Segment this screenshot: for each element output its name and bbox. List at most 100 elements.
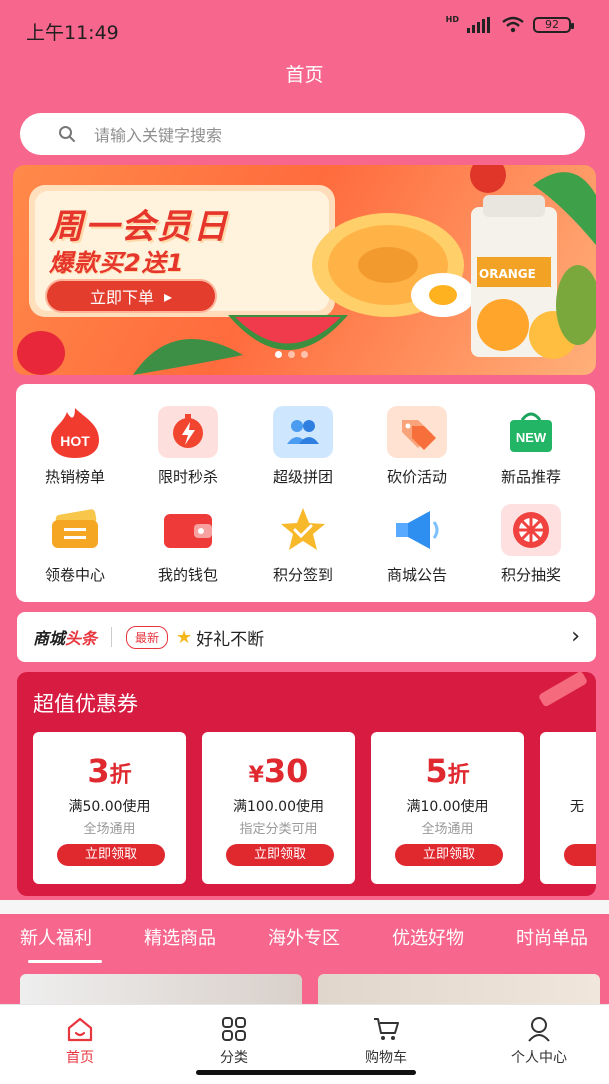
cart-icon xyxy=(374,1018,399,1040)
product-list xyxy=(0,964,609,1014)
juice-brand-label: ORANGE xyxy=(479,267,536,281)
news-brand-part: 商城 xyxy=(33,629,66,648)
menu-item-wallet[interactable]: 我的钱包 xyxy=(133,504,243,600)
category-tabs: 新人福利 精选商品 海外专区 优选好物 时尚单品 xyxy=(0,914,609,964)
tab-fashion[interactable]: 时尚单品 xyxy=(516,924,588,950)
megaphone-icon xyxy=(387,504,447,556)
home-icon xyxy=(67,1017,93,1042)
coupon-scope: 指定分类可用 xyxy=(239,822,318,837)
carousel-dot[interactable] xyxy=(275,351,282,358)
news-brand: 商城头条 xyxy=(33,625,97,649)
page-title: 首页 xyxy=(285,64,324,86)
order-now-button[interactable]: 立即下单 ▸ xyxy=(45,279,217,313)
coupon-card[interactable]: ¥30 满100.00使用 指定分类可用 立即领取 xyxy=(202,732,355,884)
tab-overseas[interactable]: 海外专区 xyxy=(268,924,340,950)
hot-icon: HOT xyxy=(45,406,105,458)
nav-category[interactable]: 分类 xyxy=(184,1011,284,1071)
order-now-label: 立即下单 xyxy=(89,288,154,307)
coupon-card[interactable]: 5折 满10.00使用 全场通用 立即领取 xyxy=(371,732,524,884)
claim-coupon-button[interactable]: 立即领取 xyxy=(395,844,503,866)
coupon-unit: 折 xyxy=(447,763,470,788)
carousel-dot[interactable] xyxy=(288,351,295,358)
search-placeholder: 请输入关键字搜索 xyxy=(94,126,223,145)
lottery-wheel-icon xyxy=(501,504,561,556)
menu-item-flash-sale[interactable]: 限时秒杀 xyxy=(133,406,243,502)
divider xyxy=(111,627,113,647)
coupon-amount: ¥30 xyxy=(202,752,355,790)
coupon-card[interactable]: 3折 满50.00使用 全场通用 立即领取 xyxy=(33,732,186,884)
coupon-section: 超值优惠券 3折 满50.00使用 全场通用 立即领取 ¥30 满100.00使… xyxy=(17,672,596,896)
tab-newcomer[interactable]: 新人福利 xyxy=(20,924,92,950)
nav-label: 个人中心 xyxy=(511,1050,567,1066)
wallet-icon xyxy=(158,504,218,556)
claim-coupon-button[interactable] xyxy=(564,844,596,866)
flash-sale-icon xyxy=(158,406,218,458)
active-tab-indicator xyxy=(28,960,102,963)
nav-label: 购物车 xyxy=(365,1050,407,1066)
menu-item-bargain[interactable]: 砍价活动 xyxy=(362,406,472,502)
coupon-value: 30 xyxy=(263,752,309,790)
user-icon xyxy=(528,1017,550,1042)
carousel-dots xyxy=(275,351,308,358)
nav-label: 分类 xyxy=(220,1050,248,1066)
nav-profile[interactable]: 个人中心 xyxy=(489,1011,589,1071)
coupon-amount: 3折 xyxy=(33,752,186,790)
coupon-condition: 满100.00使用 xyxy=(233,799,324,815)
banner-title: 周一会员日 xyxy=(49,207,229,247)
menu-label: 新品推荐 xyxy=(500,468,561,486)
nav-label: 首页 xyxy=(66,1050,94,1066)
menu-item-announcement[interactable]: 商城公告 xyxy=(362,504,472,600)
news-ticker[interactable]: 商城头条 最新 ★ 好礼不断 › xyxy=(17,612,596,662)
grid-icon xyxy=(222,1017,246,1041)
svg-text:NEW: NEW xyxy=(516,430,547,445)
menu-label: 热销榜单 xyxy=(44,468,105,486)
chevron-right-icon[interactable]: › xyxy=(571,624,580,649)
nav-home[interactable]: 首页 xyxy=(30,1011,130,1071)
menu-item-points-checkin[interactable]: 积分签到 xyxy=(248,504,358,600)
menu-item-hot-list[interactable]: HOT 热销榜单 xyxy=(20,406,130,502)
coupon-condition: 满10.00使用 xyxy=(406,799,489,815)
coupon-value: 5 xyxy=(425,752,448,790)
coupon-condition: 无 xyxy=(570,799,584,815)
battery-indicator: 92 xyxy=(533,17,574,33)
home-indicator[interactable] xyxy=(196,1070,416,1075)
phone-screen: 上午11:49 HD 92 首页 请输入关键字搜索 周一会员日 爆款买2送1 立… xyxy=(0,0,609,1084)
hd-label: HD xyxy=(445,14,459,24)
claim-coupon-button[interactable]: 立即领取 xyxy=(226,844,334,866)
wifi-icon xyxy=(502,16,524,33)
coupon-scope: 全场通用 xyxy=(421,822,474,837)
tab-featured[interactable]: 精选商品 xyxy=(144,924,216,950)
star-checkin-icon xyxy=(273,504,333,556)
nav-cart[interactable]: 购物车 xyxy=(336,1011,436,1071)
coupon-unit: 折 xyxy=(109,763,132,788)
menu-label: 我的钱包 xyxy=(157,566,218,584)
coupon-value: 3 xyxy=(87,752,110,790)
search-icon xyxy=(59,126,75,142)
news-headline: 好礼不断 xyxy=(196,629,265,650)
menu-label: 积分抽奖 xyxy=(500,566,561,584)
latest-badge: 最新 xyxy=(126,625,169,649)
banner-subtitle: 爆款买2送1 xyxy=(49,249,185,277)
claim-coupon-button[interactable]: 立即领取 xyxy=(57,844,165,866)
bargain-tag-icon xyxy=(387,406,447,458)
menu-item-coupon-center[interactable]: 领卷中心 xyxy=(20,504,130,600)
menu-item-lottery[interactable]: 积分抽奖 xyxy=(476,504,586,600)
coupon-scope: 全场通用 xyxy=(83,822,136,837)
menu-label: 领卷中心 xyxy=(44,566,105,584)
coupon-currency: ¥ xyxy=(248,763,264,788)
group-buy-icon xyxy=(273,406,333,458)
coupon-condition: 满50.00使用 xyxy=(68,799,151,815)
menu-label: 商城公告 xyxy=(386,566,447,584)
coupon-card-partial[interactable]: 无 xyxy=(540,732,596,884)
signal-icon xyxy=(467,17,490,33)
menu-item-group-buy[interactable]: 超级拼团 xyxy=(248,406,358,502)
status-bar: 上午11:49 HD 92 xyxy=(0,0,609,56)
promo-banner[interactable]: 周一会员日 爆款买2送1 立即下单 ▸ ORANGE xyxy=(13,165,596,375)
new-bag-icon: NEW xyxy=(501,406,561,458)
search-input[interactable]: 请输入关键字搜索 xyxy=(20,113,585,155)
menu-item-new-arrivals[interactable]: NEW 新品推荐 xyxy=(476,406,586,502)
carousel-dot[interactable] xyxy=(301,351,308,358)
menu-label: 砍价活动 xyxy=(386,468,447,486)
tab-picks[interactable]: 优选好物 xyxy=(392,924,464,950)
play-arrow-icon: ▸ xyxy=(163,286,173,306)
